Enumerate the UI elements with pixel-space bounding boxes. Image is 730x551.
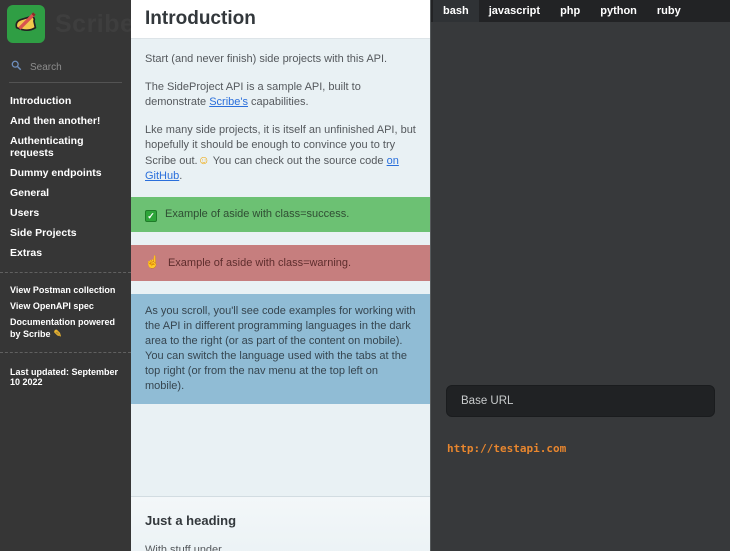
language-tab[interactable]: ruby (647, 0, 691, 22)
writing-hand-small-icon: ✎ (54, 329, 62, 340)
language-tab[interactable]: python (590, 0, 647, 22)
aside-success: ✓ Example of aside with class=success. (131, 197, 430, 232)
content-header: Introduction (131, 0, 430, 39)
sidebar-nav-item[interactable]: Introduction (0, 91, 131, 111)
sidebar-nav-item[interactable]: General (0, 183, 131, 203)
language-tab[interactable]: javascript (479, 0, 550, 22)
search-icon (11, 58, 22, 76)
sidebar-nav: Introduction And then another! Authentic… (0, 91, 131, 263)
language-tab-bar: bash javascript php python ruby (431, 0, 730, 22)
base-url-value: http://testapi.com (447, 442, 714, 455)
pointing-hand-icon: ☝ (145, 255, 160, 269)
code-panel: bash javascript php python ruby Base URL… (430, 0, 730, 551)
sidebar-nav-item[interactable]: Dummy endpoints (0, 163, 131, 183)
search-input[interactable] (28, 61, 118, 74)
aside-warning: ☝ Example of aside with class=warning. (131, 245, 430, 281)
content-column: Introduction Start (and never finish) si… (131, 0, 430, 551)
check-icon: ✓ (145, 210, 157, 222)
language-tab[interactable]: bash (433, 0, 479, 22)
openapi-link[interactable]: View OpenAPI spec (0, 298, 131, 314)
sidebar-nav-item[interactable]: Authenticating requests (0, 131, 131, 163)
language-tab[interactable]: php (550, 0, 590, 22)
sub-heading: Just a heading (145, 513, 416, 528)
site-title: Scribe (55, 10, 131, 39)
paragraph-text: . (179, 170, 182, 182)
sidebar-nav-item[interactable]: Side Projects (0, 223, 131, 243)
intro-paragraph-1: Start (and never finish) side projects w… (131, 52, 430, 67)
intro-paragraph-2: The SideProject API is a sample API, bui… (131, 80, 430, 110)
paragraph-text: capabilities. (248, 96, 309, 108)
sub-heading-text: With stuff under (145, 544, 416, 551)
writing-hand-icon (11, 7, 41, 42)
paragraph-text: You can check out the source code (210, 155, 387, 167)
aside-info: As you scroll, you'll see code examples … (131, 294, 430, 404)
base-url-box: Base URL (446, 385, 715, 417)
sidebar-nav-item[interactable]: Users (0, 203, 131, 223)
postman-link[interactable]: View Postman collection (0, 282, 131, 298)
last-updated-label: Last updated: September 10 2022 (0, 362, 131, 392)
logo-row: Scribe (0, 0, 131, 47)
powered-by-text: Documentation powered by Scribe (10, 317, 115, 339)
sidebar-links: View Postman collection View OpenAPI spe… (0, 282, 131, 343)
smiley-icon: ☺ (198, 153, 210, 167)
aside-success-text: Example of aside with class=success. (165, 208, 349, 220)
aside-warning-text: Example of aside with class=warning. (168, 257, 351, 269)
powered-by-link[interactable]: Documentation powered by Scribe✎ (0, 314, 131, 343)
intro-paragraph-3: Lke many side projects, it is itself an … (131, 123, 430, 184)
sidebar-divider (0, 272, 131, 273)
sidebar-nav-item[interactable]: Extras (0, 243, 131, 263)
scribe-logo[interactable] (7, 5, 45, 43)
sidebar: Scribe Introduction And then another! Au… (0, 0, 131, 551)
page-title: Introduction (145, 8, 416, 30)
search-bar[interactable] (9, 55, 122, 83)
sidebar-nav-item[interactable]: And then another! (0, 111, 131, 131)
sidebar-divider (0, 352, 131, 353)
bottom-section: Just a heading With stuff under (131, 496, 430, 551)
scribe-link[interactable]: Scribe's (209, 96, 248, 108)
